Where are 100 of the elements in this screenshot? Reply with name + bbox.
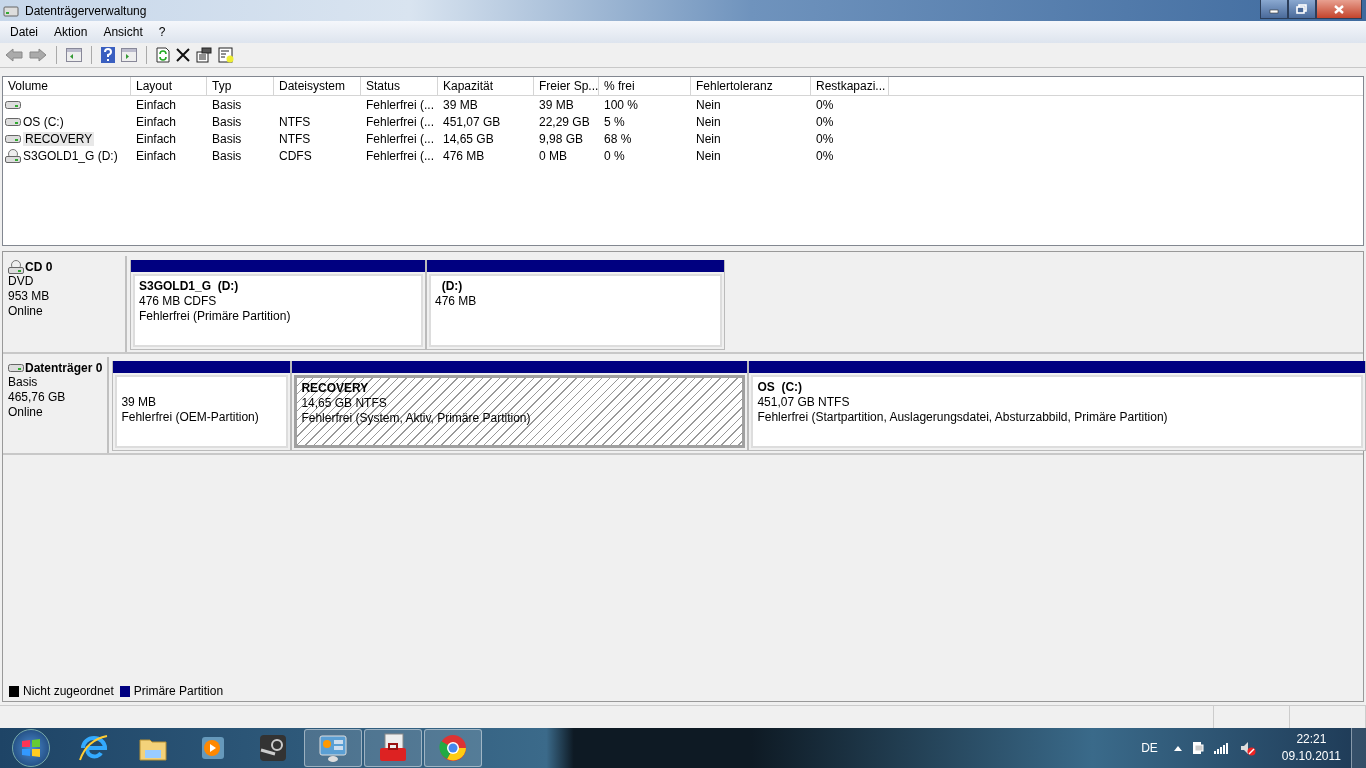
- volume-name[interactable]: S3GOLD1_G (D:): [23, 148, 118, 163]
- menu-item[interactable]: Ansicht: [97, 23, 149, 41]
- table-cell: 39 MB: [443, 97, 478, 112]
- taskbar-button[interactable]: [304, 729, 362, 767]
- table-cell: 22,29 GB: [539, 114, 590, 129]
- pane-toggle-icon[interactable]: [121, 48, 137, 62]
- pane-toggle-icon[interactable]: [66, 48, 82, 62]
- table-cell: NTFS: [279, 114, 311, 129]
- table-cell: 5 %: [604, 114, 625, 129]
- windows-logo-icon: [19, 736, 43, 760]
- disk-size: 953 MB: [8, 289, 51, 304]
- table-cell: 476 MB: [443, 148, 485, 163]
- table-cell: Einfach: [136, 114, 177, 129]
- partition-status: Fehlerfrei (System, Aktiv, Primäre Partition): [301, 411, 532, 426]
- table-cell: Nein: [696, 97, 721, 112]
- column-header[interactable]: Status: [361, 77, 438, 95]
- close-icon: [1333, 3, 1345, 15]
- chrome-logo-icon: [437, 732, 469, 764]
- partition-size: 451,07 GB NTFS: [757, 395, 851, 410]
- column-header[interactable]: Volume: [3, 77, 131, 95]
- table-cell: 9,98 GB: [539, 131, 584, 146]
- clock-time: 22:21: [1296, 731, 1327, 748]
- settings-icon[interactable]: [218, 47, 234, 63]
- taskbar-button[interactable]: [364, 729, 422, 767]
- partition-box[interactable]: OS (C:) 451,07 GB NTFS Fehlerfrei (Startpartition, Auslagerungsdatei, Absturzabbild, Primäre Partition): [751, 375, 1364, 448]
- disk-type: DVD: [8, 274, 35, 289]
- maximize-icon: [1296, 4, 1308, 14]
- partition-label: RECOVERY: [301, 381, 370, 396]
- properties-icon[interactable]: [196, 47, 212, 63]
- table-cell: 0 %: [604, 148, 625, 163]
- help-icon[interactable]: [101, 47, 115, 63]
- table-cell: 100 %: [604, 97, 639, 112]
- column-header[interactable]: Kapazität: [438, 77, 534, 95]
- table-cell: 0%: [816, 114, 834, 129]
- table-cell: Einfach: [136, 97, 177, 112]
- table-cell: 0%: [816, 148, 834, 163]
- table-cell: 14,65 GB: [443, 131, 494, 146]
- optical-drive-icon: [5, 148, 21, 163]
- partition-box[interactable]: S3GOLD1_G (D:) 476 MB CDFS Fehlerfrei (Primäre Partition): [133, 274, 423, 347]
- disk-name: Datenträger 0: [25, 361, 103, 375]
- disk-size: 465,76 GB: [8, 390, 67, 405]
- disk-name: CD 0: [25, 260, 53, 274]
- window-title: Datenträgerverwaltung: [25, 3, 147, 18]
- back-arrow-icon[interactable]: [5, 48, 23, 62]
- table-cell: 39 MB: [539, 97, 574, 112]
- clock[interactable]: 22:21 09.10.2011: [1281, 731, 1341, 765]
- menu-item[interactable]: ?: [152, 23, 172, 41]
- partition-label: OS (C:): [757, 380, 804, 395]
- column-header[interactable]: Layout: [131, 77, 207, 95]
- column-header[interactable]: Typ: [207, 77, 274, 95]
- menu-item[interactable]: Datei: [4, 23, 44, 41]
- table-cell: Basis: [212, 131, 242, 146]
- steam-logo-icon: [257, 732, 289, 764]
- partition-label: S3GOLD1_G (D:): [139, 279, 240, 294]
- refresh-icon[interactable]: [156, 47, 170, 63]
- drive-icon: [3, 3, 19, 18]
- table-cell: Basis: [212, 114, 242, 129]
- muted-speaker-icon[interactable]: [1239, 740, 1256, 756]
- forward-arrow-icon[interactable]: [29, 48, 47, 62]
- minimize-button[interactable]: [1260, 0, 1288, 19]
- table-cell: Nein: [696, 114, 721, 129]
- show-desktop-button[interactable]: [1351, 728, 1366, 768]
- column-header[interactable]: Fehlertoleranz: [691, 77, 811, 95]
- table-cell: Einfach: [136, 148, 177, 163]
- maximize-button[interactable]: [1288, 0, 1316, 19]
- column-header[interactable]: Freier Sp...: [534, 77, 599, 95]
- table-cell: Fehlerfrei (...: [366, 114, 434, 129]
- caret-icon[interactable]: [1173, 745, 1182, 751]
- column-header[interactable]: Restkapazi...: [811, 77, 889, 95]
- partition-box[interactable]: RECOVERY 14,65 GB NTFS Fehlerfrei (System, Aktiv, Primäre Partition): [294, 375, 746, 448]
- language-indicator[interactable]: DE: [1141, 741, 1158, 755]
- partition-size: 14,65 GB NTFS: [301, 396, 388, 411]
- partition-label: (D:): [440, 279, 464, 294]
- partition-size: 476 MB CDFS: [139, 294, 218, 309]
- disk-status: Online: [8, 304, 44, 319]
- delete-icon[interactable]: [176, 48, 190, 62]
- table-cell: 451,07 GB: [443, 114, 501, 129]
- partition-box[interactable]: 39 MB Fehlerfrei (OEM-Partition): [115, 375, 289, 448]
- legend-label: Primäre Partition: [133, 684, 224, 698]
- table-cell: Fehlerfrei (...: [366, 148, 434, 163]
- menu-item[interactable]: Aktion: [48, 23, 94, 41]
- partition-size: 476 MB: [435, 294, 478, 309]
- signal-bars-icon[interactable]: [1213, 742, 1230, 754]
- volume-name[interactable]: RECOVERY: [23, 131, 95, 146]
- table-cell: Fehlerfrei (...: [366, 131, 434, 146]
- table-cell: CDFS: [279, 148, 312, 163]
- table-cell: Basis: [212, 148, 242, 163]
- column-header[interactable]: Dateisystem: [274, 77, 361, 95]
- start-button[interactable]: [12, 729, 50, 767]
- volume-name[interactable]: OS (C:): [23, 114, 64, 129]
- drive-icon: [5, 133, 21, 144]
- column-header[interactable]: % frei: [599, 77, 691, 95]
- partition-box[interactable]: (D:) 476 MB: [429, 274, 722, 347]
- close-button[interactable]: [1316, 0, 1362, 19]
- table-cell: NTFS: [279, 131, 311, 146]
- table-cell: 68 %: [604, 131, 632, 146]
- table-cell: Basis: [212, 97, 242, 112]
- partition-status: Fehlerfrei (OEM-Partition): [121, 410, 260, 425]
- table-cell: Fehlerfrei (...: [366, 97, 434, 112]
- drive-icon: [8, 363, 24, 373]
